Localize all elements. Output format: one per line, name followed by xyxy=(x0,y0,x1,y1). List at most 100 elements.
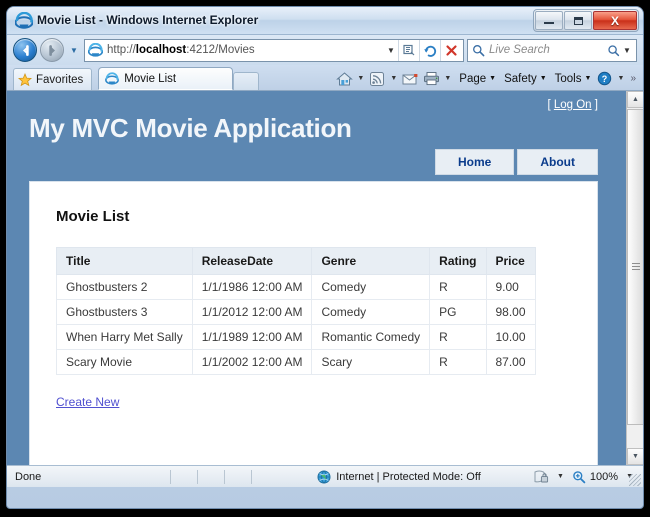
log-on-link[interactable]: Log On xyxy=(554,99,592,111)
site-header: [ Log On ] My MVC Movie Application Home… xyxy=(7,91,626,181)
mail-button[interactable] xyxy=(400,69,420,89)
help-dropdown-button[interactable]: ▼ xyxy=(615,69,626,89)
resize-grip-icon[interactable] xyxy=(629,474,641,486)
cell-rating: R xyxy=(429,349,487,375)
compatibility-view-button[interactable] xyxy=(398,39,419,61)
security-zone[interactable]: Internet | Protected Mode: Off xyxy=(265,470,533,484)
privacy-report-button[interactable] xyxy=(533,469,551,485)
cell-genre: Romantic Comedy xyxy=(311,324,431,350)
back-button[interactable] xyxy=(13,38,37,62)
cell-releasedate: 1/1/1989 12:00 AM xyxy=(191,324,313,350)
address-bar: ▼ http://localhost:4212/Movies ▼ Live Se… xyxy=(7,35,643,65)
column-header-rating: Rating xyxy=(429,247,487,275)
vertical-scrollbar[interactable]: ▲ ▼ xyxy=(626,91,643,465)
safety-menu-label: Safety xyxy=(504,72,537,85)
cell-rating: R xyxy=(429,324,487,350)
movies-table-body: Ghostbusters 2 1/1/1986 12:00 AM Comedy … xyxy=(56,274,536,375)
nav-tab-about[interactable]: About xyxy=(517,149,598,175)
cell-rating: PG xyxy=(429,299,487,325)
address-dropdown-button[interactable]: ▼ xyxy=(384,46,398,55)
cell-title: When Harry Met Sally xyxy=(56,324,193,350)
safety-menu[interactable]: Safety ▼ xyxy=(499,73,549,85)
browser-window: Movie List - Windows Internet Explorer X… xyxy=(6,6,644,509)
internet-explorer-icon xyxy=(15,12,33,29)
command-bar: ▼ ▼ ▼ Page ▼ Safety ▼ Tools ▼ ? ▼ » xyxy=(334,67,643,90)
feeds-dropdown-button[interactable]: ▼ xyxy=(388,69,399,89)
page-favicon-icon xyxy=(88,42,103,57)
scroll-up-button[interactable]: ▲ xyxy=(627,91,643,108)
web-page-content: [ Log On ] My MVC Movie Application Home… xyxy=(7,91,626,465)
search-input[interactable]: Live Search ▼ xyxy=(467,38,637,62)
cell-price: 98.00 xyxy=(485,299,536,325)
address-input[interactable]: http://localhost:4212/Movies ▼ xyxy=(84,38,464,62)
toolbar-overflow-button[interactable]: » xyxy=(627,73,639,84)
zoom-button[interactable] xyxy=(570,469,588,485)
page-menu[interactable]: Page ▼ xyxy=(454,73,498,85)
address-url-text: http://localhost:4212/Movies xyxy=(107,44,384,56)
maximize-button[interactable] xyxy=(564,11,592,30)
site-title: My MVC Movie Application xyxy=(29,113,352,143)
tools-menu-label: Tools xyxy=(554,72,582,85)
tools-menu[interactable]: Tools ▼ xyxy=(550,73,594,85)
search-placeholder: Live Search xyxy=(489,44,550,56)
create-new-link[interactable]: Create New xyxy=(56,395,119,409)
table-row: Scary Movie 1/1/2002 12:00 AM Scary R 87… xyxy=(56,349,536,375)
history-dropdown-button[interactable]: ▼ xyxy=(67,38,81,62)
column-header-price: Price xyxy=(485,247,536,275)
minimize-button[interactable] xyxy=(535,11,563,30)
star-icon xyxy=(18,72,32,86)
cell-genre: Comedy xyxy=(311,299,431,325)
status-separator xyxy=(224,469,225,484)
privacy-dropdown-button[interactable]: ▼ xyxy=(553,473,568,480)
tools-menu-caret-icon: ▼ xyxy=(584,75,592,82)
tab-favicon-icon xyxy=(105,71,120,85)
home-button[interactable] xyxy=(334,69,354,89)
forward-arrow-icon xyxy=(48,44,55,56)
column-header-title: Title xyxy=(56,247,193,275)
window-title: Movie List - Windows Internet Explorer xyxy=(37,13,259,27)
scrollbar-grip-icon xyxy=(632,263,640,271)
status-message: Done xyxy=(15,470,42,483)
cell-title: Ghostbusters 3 xyxy=(56,299,193,325)
refresh-icon xyxy=(423,45,436,57)
close-button[interactable]: X xyxy=(593,11,637,30)
svg-text:?: ? xyxy=(602,74,608,84)
print-button[interactable] xyxy=(421,69,441,89)
new-tab-button[interactable] xyxy=(233,72,260,90)
zoom-icon xyxy=(573,470,586,483)
movies-table-head: Title ReleaseDate Genre Rating Price xyxy=(56,247,536,275)
url-scheme: http:// xyxy=(107,44,136,56)
printer-icon xyxy=(423,72,439,86)
table-row: Ghostbusters 2 1/1/1986 12:00 AM Comedy … xyxy=(56,274,536,300)
cell-title: Scary Movie xyxy=(56,349,193,375)
print-dropdown-button[interactable]: ▼ xyxy=(442,69,453,89)
help-button[interactable]: ? xyxy=(594,69,614,89)
scrollbar-thumb[interactable] xyxy=(627,109,643,425)
page-heading: Movie List xyxy=(56,208,130,225)
help-icon: ? xyxy=(597,71,612,86)
rss-feed-icon xyxy=(370,71,385,86)
scroll-down-button[interactable]: ▼ xyxy=(627,448,643,465)
feeds-button[interactable] xyxy=(367,69,387,89)
nav-tab-home[interactable]: Home xyxy=(435,149,515,175)
page-menu-label: Page xyxy=(459,72,487,85)
search-provider-icon[interactable] xyxy=(607,44,620,57)
refresh-button[interactable] xyxy=(419,39,440,61)
compatibility-view-icon xyxy=(403,44,415,56)
logon-bracket-close: ] xyxy=(594,99,598,111)
window-controls: X xyxy=(533,9,639,32)
forward-button[interactable] xyxy=(40,38,64,62)
home-dropdown-button[interactable]: ▼ xyxy=(355,69,366,89)
status-right-controls: ▼ 100% ▼ xyxy=(533,469,643,485)
browser-tab[interactable]: Movie List xyxy=(98,67,234,90)
favorites-button[interactable]: Favorites xyxy=(13,68,93,90)
search-dropdown-button[interactable]: ▼ xyxy=(620,46,634,55)
cell-rating: R xyxy=(429,274,487,300)
stop-button[interactable] xyxy=(440,39,461,61)
privacy-lock-icon xyxy=(534,470,549,482)
toolbar-row: Favorites Movie List ▼ ▼ ▼ Page ▼ Safety… xyxy=(7,65,643,91)
cell-genre: Comedy xyxy=(311,274,431,300)
stop-icon xyxy=(445,44,457,56)
search-icon xyxy=(473,44,485,56)
status-separator xyxy=(197,469,198,484)
